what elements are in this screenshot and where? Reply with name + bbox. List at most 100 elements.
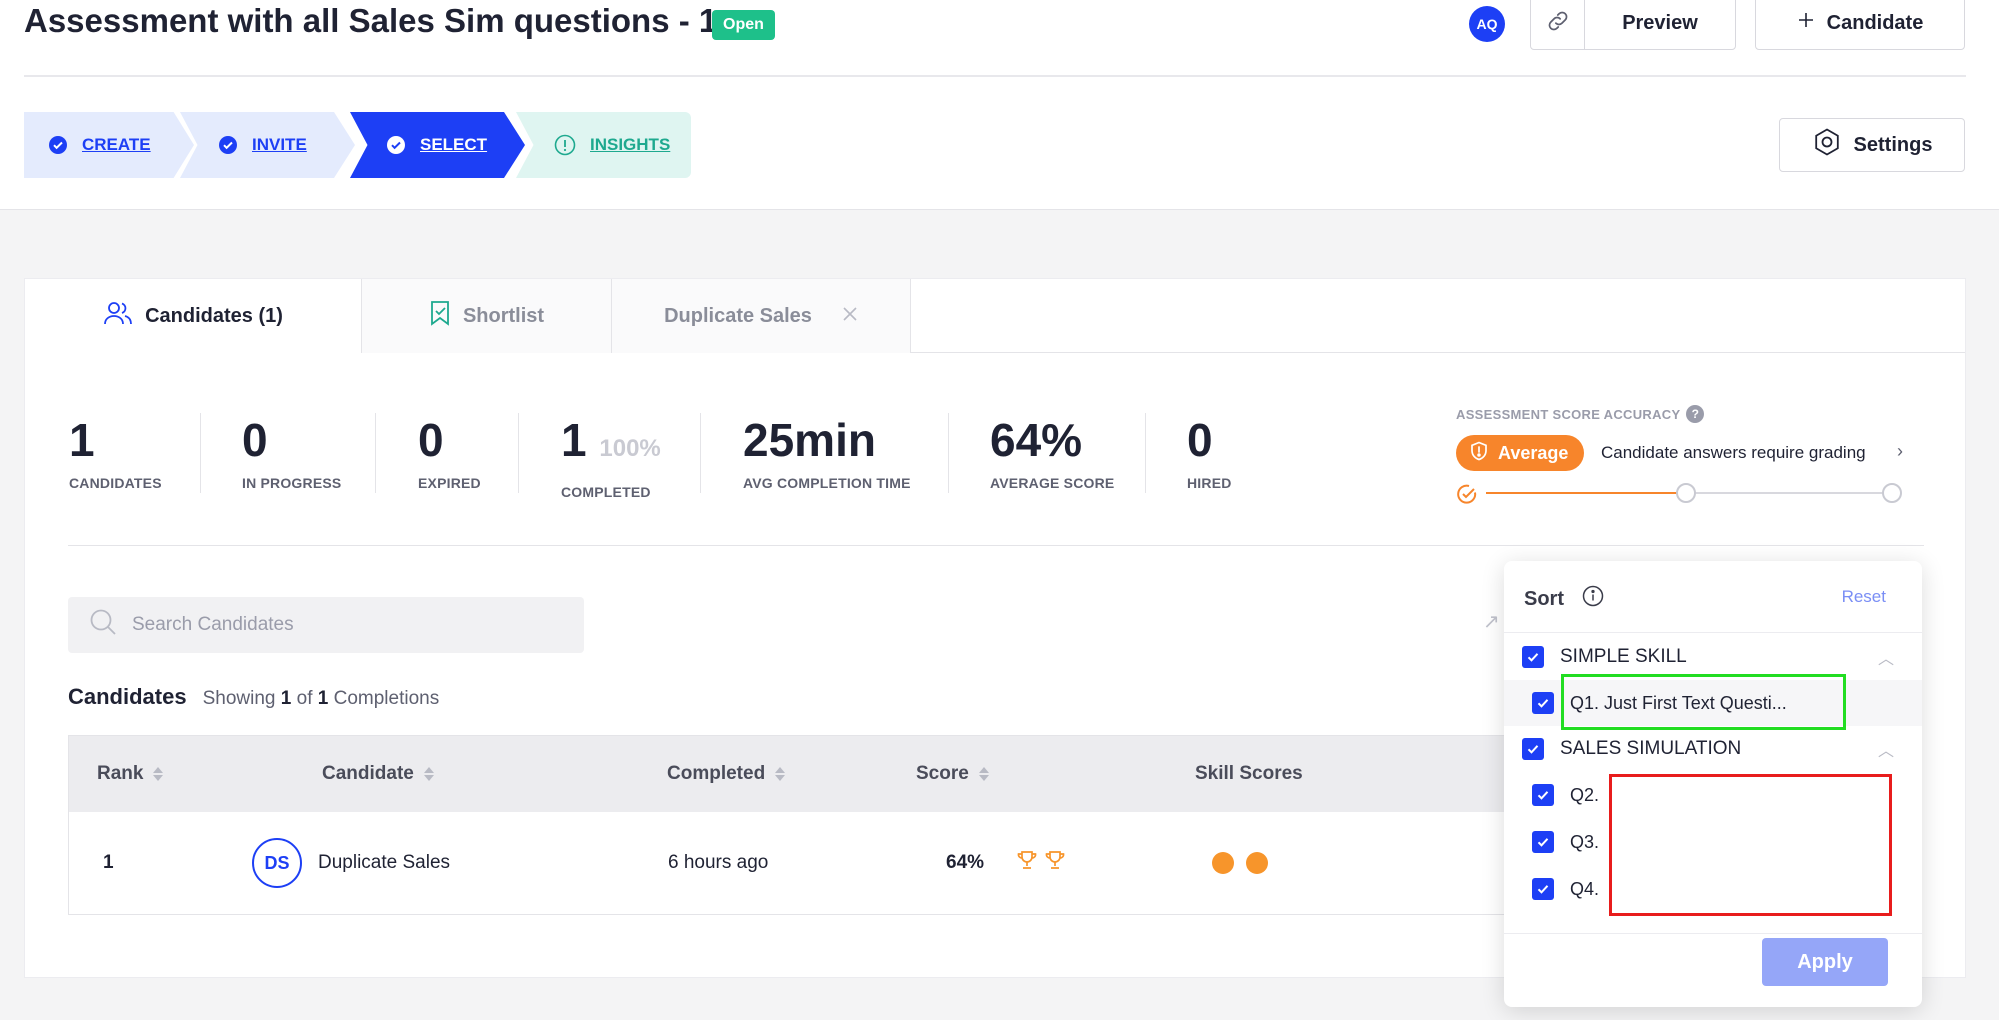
column-rank[interactable]: Rank [97, 736, 164, 812]
stat-expired: 0 EXPIRED [418, 415, 481, 491]
info-circle-icon [554, 134, 576, 156]
shortlist-icon [429, 300, 451, 332]
chevron-up-icon[interactable]: ︿ [1878, 645, 1894, 669]
stat-value: 0 [1187, 414, 1213, 466]
tab-duplicate-sales[interactable]: Duplicate Sales [611, 279, 911, 353]
cell-skill-scores [1212, 812, 1280, 914]
step-insights[interactable]: INSIGHTS [516, 112, 691, 178]
shield-alert-icon [1470, 441, 1488, 466]
trophy-icon [1016, 849, 1038, 877]
column-skill-scores: Skill Scores [1195, 736, 1303, 812]
accuracy-track-empty [1695, 492, 1885, 494]
help-icon[interactable]: ? [1686, 405, 1705, 423]
sort-icon [978, 767, 989, 781]
page-title: Assessment with all Sales Sim questions … [24, 2, 718, 39]
check-circle-icon [386, 135, 406, 155]
check-icon [1456, 483, 1477, 504]
stat-label: AVG COMPLETION TIME [743, 475, 911, 491]
search-input[interactable]: Search Candidates [68, 597, 584, 653]
total-count: 1 [317, 688, 329, 709]
column-label: Rank [97, 763, 144, 784]
checkbox[interactable] [1522, 738, 1544, 760]
stat-value: 25min [743, 414, 876, 466]
tab-shortlist[interactable]: Shortlist [361, 279, 611, 353]
tab-shortlist-label: Shortlist [462, 304, 545, 327]
sort-title-text: Sort [1524, 587, 1564, 610]
candidates-table: Rank Candidate Completed Score Skill Sco… [68, 735, 1528, 915]
column-score[interactable]: Score [916, 736, 989, 812]
stat-in-progress: 0 IN PROGRESS [242, 415, 341, 491]
tab-candidates-label: Candidates (1) [145, 304, 283, 327]
accuracy-step-node [1676, 483, 1696, 503]
group-label: SALES SIMULATION [1560, 738, 1742, 759]
settings-button[interactable]: Settings [1779, 118, 1965, 172]
stat-avg-time: 25min AVG COMPLETION TIME [743, 415, 911, 491]
stat-value: 64% [990, 414, 1083, 466]
stat-number: 1 [561, 414, 587, 466]
shown-count: 1 [280, 688, 292, 709]
skill-score-dot[interactable] [1246, 852, 1268, 874]
stat-label: AVERAGE SCORE [990, 475, 1115, 491]
stat-divider [200, 413, 201, 493]
chevron-up-icon[interactable]: ︿ [1878, 737, 1894, 761]
checkbox[interactable] [1532, 878, 1554, 900]
step-select[interactable]: SELECT [350, 112, 525, 178]
section-divider [68, 545, 1924, 546]
sort-icon [775, 767, 786, 781]
check-circle-icon [218, 135, 238, 155]
cell-candidate[interactable]: DS Duplicate Sales [252, 812, 450, 914]
expand-arrow-icon[interactable]: ↗ [1483, 609, 1500, 634]
preview-button[interactable]: Preview [1585, 0, 1735, 49]
header-divider [24, 75, 1966, 77]
stat-label: EXPIRED [418, 475, 481, 491]
step-insights-label: INSIGHTS [590, 135, 671, 154]
reset-button[interactable]: Reset [1842, 587, 1886, 607]
sort-group-sales-simulation[interactable]: SALES SIMULATION ︿ [1504, 726, 1922, 772]
cell-completed: 6 hours ago [668, 852, 769, 873]
checkbox[interactable] [1532, 692, 1554, 714]
add-candidate-button[interactable]: Candidate [1755, 0, 1965, 50]
checkbox[interactable] [1532, 831, 1554, 853]
link-icon [1545, 8, 1571, 39]
cell-score: 64% [946, 812, 1066, 914]
accuracy-note[interactable]: Candidate answers require grading [1601, 443, 1866, 463]
tab-candidates[interactable]: Candidates (1) [25, 279, 361, 354]
column-label: Skill Scores [1195, 763, 1303, 784]
info-icon[interactable] [1582, 585, 1604, 613]
stat-divider [518, 413, 519, 493]
skill-score-dot[interactable] [1212, 852, 1234, 874]
column-candidate[interactable]: Candidate [322, 736, 434, 812]
column-label: Score [916, 763, 969, 784]
checkbox[interactable] [1522, 646, 1544, 668]
item-label: Q4. [1570, 878, 1600, 899]
accuracy-step-node [1882, 483, 1902, 503]
item-label: Q3. [1570, 831, 1600, 852]
apply-button[interactable]: Apply [1762, 938, 1888, 986]
chevron-right-icon[interactable]: › [1897, 441, 1903, 462]
item-label: Q2. [1570, 784, 1600, 805]
user-avatar[interactable]: AQ [1469, 6, 1505, 42]
step-select-label: SELECT [420, 135, 488, 154]
stat-candidates: 1 CANDIDATES [69, 415, 162, 491]
score-value: 64% [946, 852, 985, 873]
column-completed[interactable]: Completed [667, 736, 786, 812]
copy-link-button[interactable] [1531, 0, 1585, 49]
table-header: Rank Candidate Completed Score Skill Sco… [69, 736, 1527, 812]
close-icon[interactable] [842, 305, 858, 328]
tab-duplicate-sales-label: Duplicate Sales [664, 304, 812, 327]
stat-label: HIRED [1187, 475, 1232, 491]
step-invite[interactable]: INVITE [180, 112, 355, 178]
search-icon [88, 607, 118, 643]
tab-bar: Candidates (1) Shortlist Duplicate Sales [25, 279, 1965, 354]
stat-value: 0 [418, 414, 444, 466]
stat-divider [375, 413, 376, 493]
step-create[interactable]: CREATE [24, 112, 194, 178]
users-icon [103, 300, 133, 332]
sort-icon [153, 767, 164, 781]
cell-rank: 1 [103, 852, 114, 873]
candidates-heading: Candidates Showing 1 of 1 Completions [68, 684, 439, 710]
add-candidate-label: Candidate [1826, 11, 1924, 34]
checkbox[interactable] [1532, 784, 1554, 806]
stat-label: IN PROGRESS [242, 475, 342, 491]
search-placeholder: Search Candidates [132, 614, 294, 635]
